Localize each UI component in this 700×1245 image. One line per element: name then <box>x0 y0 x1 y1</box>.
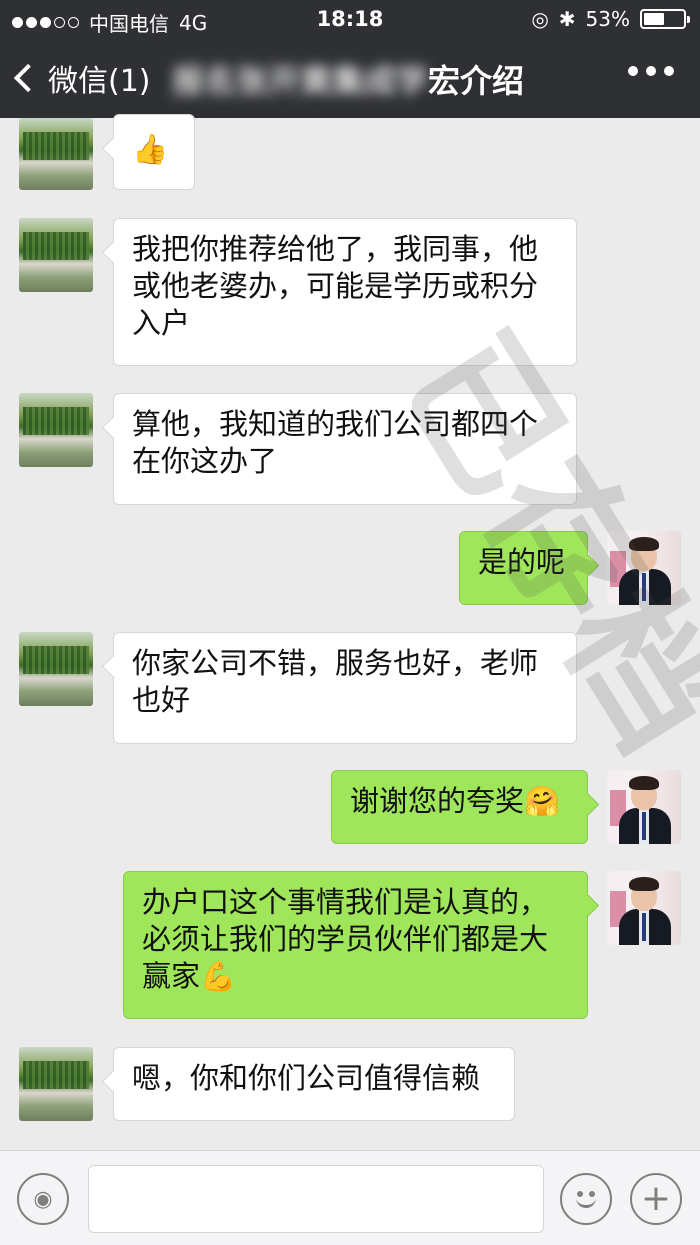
flexed-bicep-icon: 💪 <box>200 959 237 993</box>
thumbs-up-icon: 👍 <box>132 132 169 166</box>
message-bubble-outgoing[interactable]: 谢谢您的夸奖🤗 <box>331 770 588 844</box>
message-bubble-outgoing[interactable]: 办户口这个事情我们是认真的，必须让我们的学员伙伴们都是大赢家💪 <box>123 871 588 1019</box>
voice-icon: ◉ <box>33 1186 53 1212</box>
plus-icon: + <box>640 1178 672 1219</box>
emoji-button[interactable] <box>560 1173 612 1225</box>
more-actions-button[interactable]: + <box>630 1173 682 1225</box>
message-input[interactable] <box>88 1165 544 1233</box>
contact-avatar[interactable] <box>19 632 93 706</box>
message-text: 你家公司不错，服务也好，老师也好 <box>132 646 539 717</box>
contact-avatar[interactable] <box>19 393 93 467</box>
chevron-left-icon <box>13 63 43 93</box>
top-bar: 中国电信 4G 18:18 ◎ ✱ 53% 微信(1) 报名张开黄集成学宏介绍 <box>0 0 700 118</box>
message-bubble-incoming[interactable]: 👍 <box>113 114 195 190</box>
message-bubble-incoming[interactable]: 你家公司不错，服务也好，老师也好 <box>113 632 577 744</box>
input-bar: ◉ + <box>0 1150 700 1245</box>
contact-avatar[interactable] <box>19 218 93 292</box>
chat-area[interactable]: 👍 我把你推荐给他了，我同事，他或他老婆办，可能是学历或积分入户 算他，我知道的… <box>0 114 700 1150</box>
message-text: 我把你推荐给他了，我同事，他或他老婆办，可能是学历或积分入户 <box>132 232 539 340</box>
contact-avatar[interactable] <box>19 118 93 190</box>
my-avatar[interactable] <box>607 531 681 605</box>
smiley-icon <box>571 1184 601 1214</box>
chat-title-obscured: 报名张开黄集成学 <box>172 62 429 100</box>
message-text: 嗯，你和你们公司值得信赖 <box>132 1061 481 1095</box>
nav-bar: 微信(1) 报名张开黄集成学宏介绍 <box>0 44 700 114</box>
back-button[interactable]: 微信(1) <box>13 56 151 100</box>
contact-avatar[interactable] <box>19 1047 93 1121</box>
my-avatar[interactable] <box>607 770 681 844</box>
hug-emoji-icon: 🤗 <box>524 784 561 818</box>
message-bubble-outgoing[interactable]: 是的呢 <box>459 531 588 605</box>
message-text: 算他，我知道的我们公司都四个在你这办了 <box>132 407 539 478</box>
back-label: 微信(1) <box>48 64 151 99</box>
message-text: 是的呢 <box>478 545 566 579</box>
bluetooth-icon: ✱ <box>558 7 576 31</box>
my-avatar[interactable] <box>607 871 681 945</box>
status-bar: 中国电信 4G 18:18 ◎ ✱ 53% <box>0 0 700 38</box>
voice-input-button[interactable]: ◉ <box>17 1173 69 1225</box>
more-button[interactable] <box>628 66 674 76</box>
chat-title: 报名张开黄集成学宏介绍 <box>172 56 524 102</box>
chat-title-visible: 宏介绍 <box>428 62 525 100</box>
battery-percent: 53% <box>585 7 630 31</box>
message-text: 谢谢您的夸奖 <box>350 784 525 818</box>
rotation-lock-icon: ◎ <box>531 7 549 31</box>
battery-icon <box>640 9 690 29</box>
battery-level <box>644 13 665 25</box>
message-bubble-incoming[interactable]: 嗯，你和你们公司值得信赖 <box>113 1047 515 1121</box>
message-bubble-incoming[interactable]: 算他，我知道的我们公司都四个在你这办了 <box>113 393 577 505</box>
message-bubble-incoming[interactable]: 我把你推荐给他了，我同事，他或他老婆办，可能是学历或积分入户 <box>113 218 577 366</box>
